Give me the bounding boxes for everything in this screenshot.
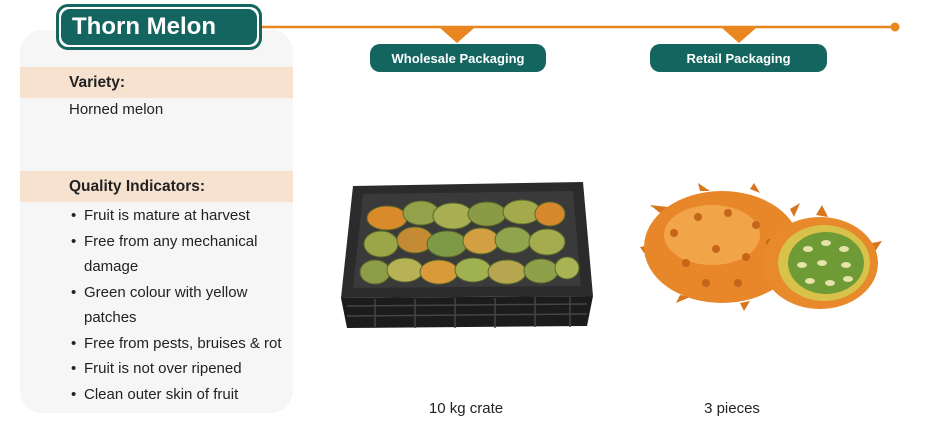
wholesale-packaging-label: Wholesale Packaging [370, 44, 546, 72]
horned-melon-image [640, 183, 882, 311]
quality-item: Free from pests, bruises & rot [69, 331, 299, 357]
quality-item: Clean outer skin of fruit [69, 382, 299, 408]
quality-item: Fruit is not over ripened [69, 356, 299, 382]
quality-item-continued: damage [84, 258, 139, 275]
retail-marker-triangle [722, 28, 756, 43]
wholesale-marker-triangle [440, 28, 474, 43]
title-badge: Thorn Melon [56, 4, 262, 50]
melon-crate-image [341, 182, 593, 328]
timeline-end-dot [890, 22, 900, 32]
quality-list: Fruit is mature at harvest Free from any… [69, 203, 299, 407]
variety-heading: Variety: [20, 67, 293, 98]
quality-item-continued: patches [84, 309, 137, 326]
quality-item: Free from any mechanical [69, 229, 299, 255]
wholesale-caption: 10 kg crate [428, 400, 504, 417]
variety-value: Horned melon [69, 101, 164, 118]
quality-item: Fruit is mature at harvest [69, 203, 299, 229]
page-title: Thorn Melon [61, 9, 257, 45]
retail-caption: 3 pieces [704, 400, 760, 417]
quality-heading: Quality Indicators: [20, 171, 293, 202]
quality-item: Green colour with yellow [69, 280, 299, 306]
retail-packaging-label: Retail Packaging [650, 44, 827, 72]
